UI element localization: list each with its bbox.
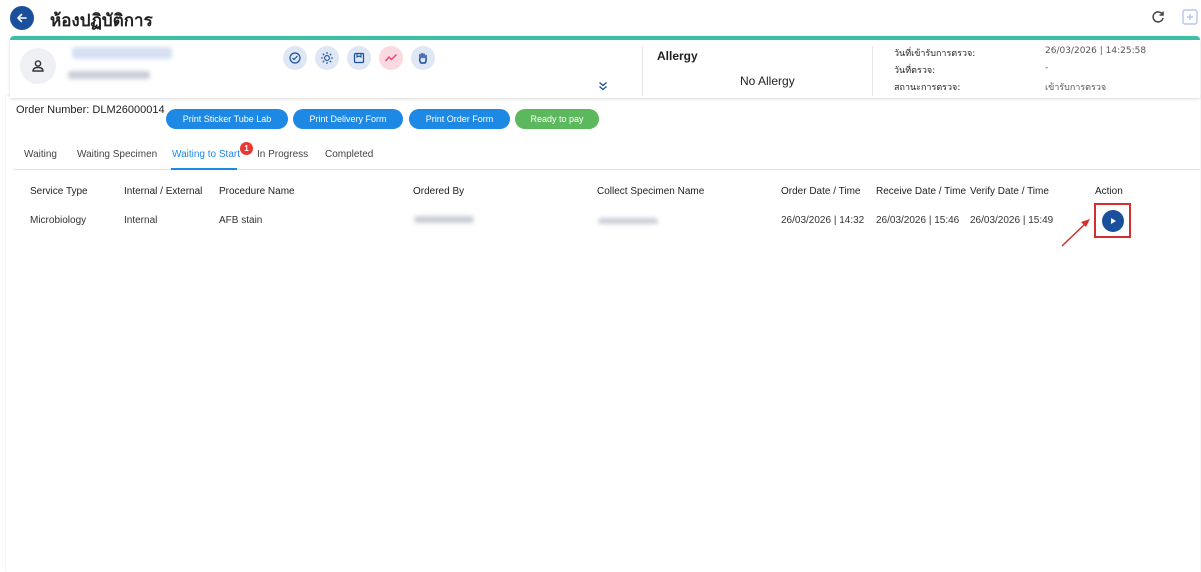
notes-icon — [353, 52, 365, 64]
exam-date-label: วันที่ตรวจ: — [894, 66, 936, 76]
column-verify-date: Verify Date / Time — [970, 186, 1049, 197]
column-receive-date: Receive Date / Time — [876, 186, 967, 197]
cell-service-type: Microbiology — [30, 215, 87, 226]
tab-waiting-to-start[interactable]: Waiting to Start — [172, 149, 240, 160]
column-procedure-name: Procedure Name — [219, 186, 295, 197]
sun-icon — [321, 52, 333, 64]
tab-completed[interactable]: Completed — [325, 149, 373, 160]
sun-button[interactable] — [315, 46, 339, 70]
patient-card: Allergy No Allergy วันที่เข้ารับการตรวจ:… — [10, 36, 1200, 98]
print-sticker-tube-lab-button[interactable]: Print Sticker Tube Lab — [166, 109, 288, 129]
visit-date-label: วันที่เข้ารับการตรวจ: — [894, 49, 976, 59]
avatar — [20, 48, 56, 84]
column-collect-specimen-name: Collect Specimen Name — [597, 186, 705, 197]
cell-ordered-by-redacted — [414, 216, 474, 223]
export-icon[interactable] — [1181, 8, 1199, 26]
action-highlight-box — [1094, 203, 1131, 238]
page-title: ห้องปฏิบัติการ — [50, 11, 153, 31]
hand-icon — [418, 52, 427, 64]
divider — [872, 46, 873, 96]
quick-icons — [283, 46, 435, 70]
cell-procedure-name: AFB stain — [219, 215, 263, 226]
vitals-icon — [289, 52, 301, 64]
chevron-double-down-icon[interactable] — [597, 80, 609, 92]
notes-button[interactable] — [347, 46, 371, 70]
tab-waiting-specimen[interactable]: Waiting Specimen — [77, 149, 157, 160]
vitals-button[interactable] — [283, 46, 307, 70]
play-icon — [1111, 218, 1116, 224]
column-order-date: Order Date / Time — [781, 186, 861, 197]
column-internal-external: Internal / External — [124, 186, 203, 197]
annotation-arrow-icon — [1061, 219, 1090, 247]
tab-count-badge: 1 — [240, 142, 253, 155]
ready-to-pay-button[interactable]: Ready to pay — [515, 109, 599, 129]
status-tabs: Waiting Waiting Specimen Waiting to Star… — [14, 142, 1200, 170]
print-delivery-form-button[interactable]: Print Delivery Form — [293, 109, 403, 129]
tab-in-progress[interactable]: In Progress — [257, 149, 308, 160]
refresh-icon[interactable] — [1150, 9, 1166, 25]
start-button[interactable] — [1102, 210, 1124, 232]
back-button[interactable] — [10, 6, 34, 30]
trend-icon — [384, 54, 397, 62]
print-order-form-button[interactable]: Print Order Form — [409, 109, 510, 129]
allergy-value: No Allergy — [740, 74, 795, 88]
trend-button[interactable] — [379, 46, 403, 70]
order-number: Order Number: DLM26000014 — [16, 104, 165, 116]
top-bar: ห้องปฏิบัติการ — [0, 0, 1201, 36]
visit-date-value: 26/03/2026 | 14:25:58 — [1045, 46, 1147, 56]
divider — [642, 46, 643, 96]
tab-waiting[interactable]: Waiting — [24, 149, 57, 160]
exam-date-value: - — [1045, 63, 1049, 73]
cell-receive-date: 26/03/2026 | 15:46 — [876, 215, 960, 226]
allergy-label: Allergy — [657, 49, 698, 63]
patient-id-redacted — [68, 71, 150, 79]
cell-verify-date: 26/03/2026 | 15:49 — [970, 215, 1054, 226]
column-action: Action — [1095, 186, 1123, 197]
column-service-type: Service Type — [30, 186, 88, 197]
patient-name-redacted — [72, 47, 172, 59]
active-tab-indicator — [171, 168, 237, 170]
cell-internal-external: Internal — [124, 215, 158, 226]
exam-status-label: สถานะการตรวจ: — [894, 83, 961, 93]
cell-order-date: 26/03/2026 | 14:32 — [781, 215, 865, 226]
back-arrow-icon — [17, 13, 27, 23]
hand-button[interactable] — [411, 46, 435, 70]
user-icon — [32, 60, 44, 72]
cell-collect-specimen-redacted — [598, 218, 658, 224]
column-ordered-by: Ordered By — [413, 186, 465, 197]
exam-status-value: เข้ารับการตรวจ — [1045, 83, 1107, 93]
